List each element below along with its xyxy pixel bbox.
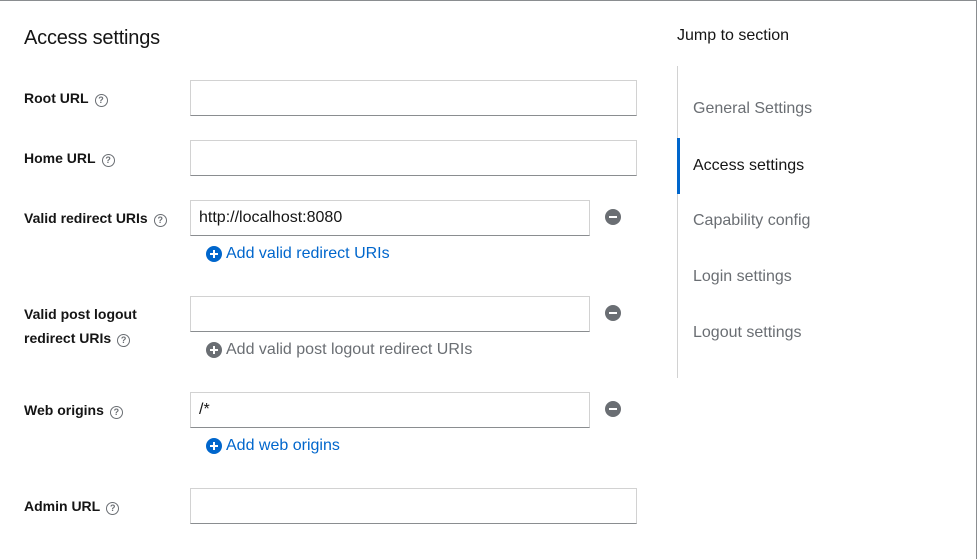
post-logout-input[interactable] [190,296,590,332]
help-icon[interactable]: ? [109,406,123,419]
add-redirect-uri-button[interactable]: Add valid redirect URIs [206,244,390,264]
root-url-label: Root URL? [24,86,108,110]
jump-item-login-settings[interactable]: Login settings [678,249,918,305]
jump-item-logout-settings[interactable]: Logout settings [678,305,918,361]
jump-to-section-nav: General Settings Access settings Capabil… [677,66,937,378]
remove-web-origin-icon[interactable] [605,401,621,417]
add-web-origins-button[interactable]: Add web origins [206,436,340,456]
post-logout-label: Valid post logout redirect URIs? [24,306,137,347]
jump-item-general-settings[interactable]: General Settings [678,81,918,137]
help-icon[interactable]: ? [94,94,108,107]
add-post-logout-uri-button[interactable]: Add valid post logout redirect URIs [206,340,472,360]
admin-url-input[interactable] [190,488,637,524]
plus-circle-icon [206,438,222,454]
help-icon[interactable]: ? [106,502,120,515]
home-url-input[interactable] [190,140,637,176]
jump-item-access-settings[interactable]: Access settings [677,138,917,194]
valid-redirect-label: Valid redirect URIs? [24,206,167,230]
help-icon[interactable]: ? [153,214,167,227]
help-icon[interactable]: ? [117,334,131,347]
root-url-input[interactable] [190,80,637,116]
help-icon[interactable]: ? [101,154,115,167]
section-title: Access settings [24,27,160,49]
jump-to-section-title: Jump to section [677,27,790,44]
valid-redirect-input[interactable] [190,200,590,236]
plus-circle-icon [206,246,222,262]
home-url-label: Home URL? [24,146,115,170]
admin-url-label: Admin URL? [24,494,120,518]
jump-item-capability-config[interactable]: Capability config [678,193,918,249]
plus-circle-icon [206,342,222,358]
remove-post-logout-uri-icon[interactable] [605,305,621,321]
remove-redirect-uri-icon[interactable] [605,209,621,225]
web-origins-input[interactable] [190,392,590,428]
web-origins-label: Web origins? [24,398,123,422]
